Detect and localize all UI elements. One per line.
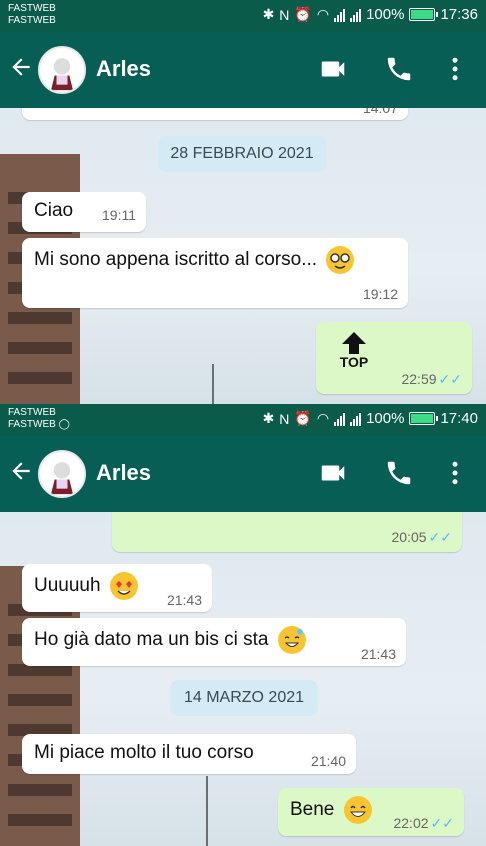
message-text: Ciao	[34, 200, 74, 221]
nerd-face-emoji-icon	[326, 246, 355, 274]
sweat-smile-emoji-icon	[277, 626, 306, 654]
bluetooth-icon: ✱	[262, 410, 275, 426]
nfc-icon: N	[279, 410, 290, 427]
wallpaper-tree	[212, 364, 242, 404]
status-bar: FASTWEB FASTWEB ✱ N ⏰ ◠ 100% 17:36	[0, 0, 486, 32]
signal-icon	[334, 8, 346, 22]
message-text: Uuuuuh	[34, 575, 101, 597]
carrier-line-with-icon: FASTWEB ◯	[8, 419, 70, 430]
status-bar: FASTWEB FASTWEB ◯ ✱ N ⏰ ◠ 100% 17:40	[0, 404, 486, 436]
message-bubble[interactable]: Ho già dato ma un bis ci sta 21:43	[22, 618, 406, 666]
message-time: 19:12	[362, 286, 398, 302]
contact-name[interactable]: Arles	[96, 56, 151, 82]
double-check-icon: ✓✓	[428, 529, 452, 545]
video-call-icon[interactable]	[318, 54, 348, 84]
top-sticker: TOP	[334, 332, 374, 370]
signal-icon	[334, 412, 346, 426]
avatar[interactable]	[38, 46, 86, 94]
phone-icon[interactable]	[384, 54, 414, 84]
message-bubble[interactable]: Mi sono appena iscritto al corso... 19:1…	[22, 238, 408, 308]
back-arrow-icon[interactable]	[8, 54, 34, 80]
battery-percent: 100%	[366, 6, 405, 23]
back-arrow-icon[interactable]	[8, 458, 34, 484]
alarm-icon: ⏰	[294, 6, 312, 22]
carrier-label: FASTWEB FASTWEB ◯	[8, 407, 70, 431]
date-chip: 14 MARZO 2021	[170, 680, 318, 716]
up-arrow-icon	[342, 332, 366, 344]
more-vert-icon[interactable]	[440, 458, 470, 488]
avatar[interactable]	[38, 450, 86, 498]
carrier-line: FASTWEB	[8, 407, 56, 418]
message-time: 21:40	[310, 753, 346, 769]
wifi-icon: ◠	[316, 6, 330, 22]
video-call-icon[interactable]	[318, 458, 348, 488]
battery-icon	[409, 412, 439, 425]
whatsapp-icon: ◯	[58, 419, 70, 430]
message-text: Mi piace molto il tuo corso	[34, 742, 254, 763]
message-bubble-partial[interactable]: 14:07	[22, 108, 408, 120]
battery-percent: 100%	[366, 410, 405, 427]
message-text: Bene	[290, 799, 335, 821]
more-vert-icon[interactable]	[440, 54, 470, 84]
chat-header: Arles	[0, 436, 486, 512]
alarm-icon: ⏰	[294, 410, 312, 426]
signal-icon	[350, 412, 362, 426]
phone-icon[interactable]	[384, 458, 414, 488]
message-time: 19:11	[102, 207, 136, 223]
grinning-emoji-icon	[343, 796, 372, 824]
message-bubble[interactable]: Uuuuuh 21:43	[22, 564, 212, 612]
message-time: 14:07	[362, 108, 398, 116]
heart-eyes-emoji-icon	[109, 572, 138, 600]
wifi-icon: ◠	[316, 410, 330, 426]
bluetooth-icon: ✱	[262, 6, 275, 22]
message-bubble-partial[interactable]: 20:05 ✓✓	[112, 512, 462, 552]
message-time: 22:59 ✓✓	[401, 371, 462, 387]
message-text: Mi sono appena iscritto al corso...	[34, 249, 318, 271]
signal-icon	[350, 8, 362, 22]
date-chip: 28 FEBBRAIO 2021	[158, 136, 326, 172]
message-bubble[interactable]: Mi piace molto il tuo corso 21:40	[22, 734, 356, 774]
chat-header: Arles	[0, 32, 486, 108]
wallpaper-tree	[206, 776, 236, 846]
sticker-label: TOP	[339, 354, 369, 370]
message-time: 22:02 ✓✓	[393, 815, 454, 831]
clock: 17:36	[440, 6, 478, 23]
message-bubble[interactable]: Bene 22:02 ✓✓	[278, 788, 464, 836]
double-check-icon: ✓✓	[430, 815, 454, 831]
battery-icon	[409, 8, 439, 21]
system-icons: ✱ N ⏰ ◠ 100% 17:36	[263, 6, 478, 23]
system-icons: ✱ N ⏰ ◠ 100% 17:40	[263, 410, 478, 427]
contact-name[interactable]: Arles	[96, 460, 151, 486]
chat-area[interactable]: 20:05 ✓✓ Uuuuuh 21:43 Ho già dato ma un b…	[0, 512, 486, 846]
up-arrow-stem	[349, 344, 359, 354]
sticker-bubble[interactable]: TOP 22:59 ✓✓	[316, 322, 472, 394]
message-text: Ho già dato ma un bis ci sta	[34, 629, 269, 651]
carrier-line: FASTWEB	[8, 15, 56, 26]
carrier-line: FASTWEB	[8, 3, 56, 14]
message-time: 21:43	[360, 646, 396, 662]
double-check-icon: ✓✓	[438, 371, 462, 387]
chat-area[interactable]: 14:07 28 FEBBRAIO 2021 Ciao 19:11 Mi son…	[0, 108, 486, 404]
clock: 17:40	[440, 410, 478, 427]
nfc-icon: N	[279, 6, 290, 23]
message-time: 21:43	[166, 592, 202, 608]
message-bubble[interactable]: Ciao 19:11	[22, 192, 146, 232]
message-time: 20:05 ✓✓	[391, 529, 452, 545]
carrier-label: FASTWEB FASTWEB	[8, 3, 56, 27]
